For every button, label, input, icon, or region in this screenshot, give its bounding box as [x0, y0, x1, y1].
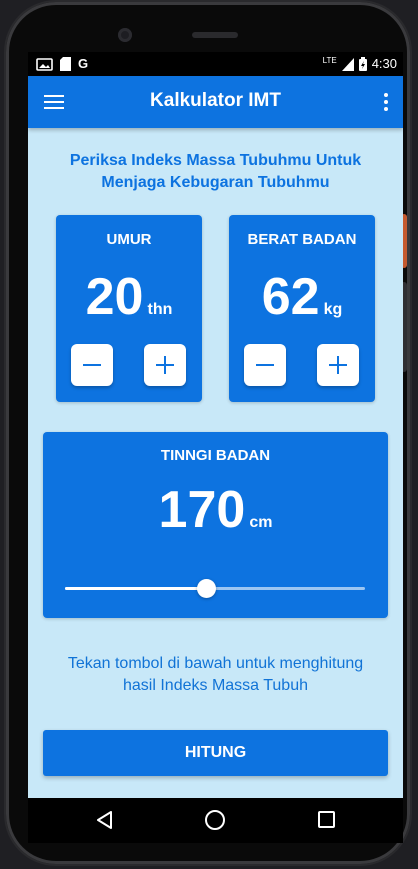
- sd-card-icon: [60, 57, 71, 71]
- navigation-bar: [28, 798, 403, 843]
- calculate-button[interactable]: HITUNG: [43, 730, 388, 776]
- weight-decrement-button[interactable]: [244, 344, 286, 386]
- battery-icon: [358, 57, 367, 71]
- age-label: UMUR: [106, 231, 152, 248]
- phone-frame: G LTE 4:30 Kalkulator IMT Periksa Indeks…: [6, 2, 410, 864]
- weight-label: BERAT BADAN: [247, 231, 357, 248]
- earpiece: [192, 32, 238, 38]
- status-bar: G LTE 4:30: [28, 52, 403, 76]
- slider-fill: [65, 587, 206, 590]
- signal-icon: [341, 57, 354, 71]
- hint-text: Tekan tombol di bawah untuk menghitung h…: [67, 655, 364, 694]
- weight-unit: kg: [323, 301, 343, 318]
- minus-icon: [256, 364, 274, 366]
- age-unit: thn: [147, 301, 173, 318]
- height-label: TINNGI BADAN: [160, 447, 271, 464]
- age-increment-button[interactable]: [144, 344, 186, 386]
- weight-increment-button[interactable]: [317, 344, 359, 386]
- app-title: Kalkulator IMT: [150, 90, 281, 111]
- network-type: LTE: [322, 55, 337, 65]
- height-card: TINNGI BADAN 170 cm: [43, 432, 388, 618]
- height-slider[interactable]: [65, 579, 365, 599]
- age-card: UMUR 20 thn: [56, 215, 202, 402]
- height-value: 170: [158, 481, 246, 539]
- weight-card: BERAT BADAN 62 kg: [229, 215, 375, 402]
- age-decrement-button[interactable]: [71, 344, 113, 386]
- gallery-icon: [36, 57, 53, 71]
- recent-apps-icon[interactable]: [318, 811, 335, 828]
- app-toolbar: Kalkulator IMT: [28, 76, 403, 128]
- front-camera: [118, 28, 132, 42]
- age-value: 20: [85, 268, 144, 326]
- more-vertical-icon[interactable]: [383, 93, 389, 111]
- clock: 4:30: [371, 56, 397, 71]
- screen: G LTE 4:30 Kalkulator IMT Periksa Indeks…: [28, 52, 403, 843]
- home-icon[interactable]: [205, 810, 225, 830]
- intro-text: Periksa Indeks Massa Tubuhmu Untuk Menja…: [69, 152, 362, 191]
- google-icon: G: [78, 56, 89, 71]
- minus-icon: [83, 364, 101, 366]
- slider-thumb[interactable]: [197, 579, 216, 598]
- weight-value: 62: [261, 268, 320, 326]
- back-icon[interactable]: [96, 811, 114, 829]
- height-unit: cm: [249, 514, 273, 531]
